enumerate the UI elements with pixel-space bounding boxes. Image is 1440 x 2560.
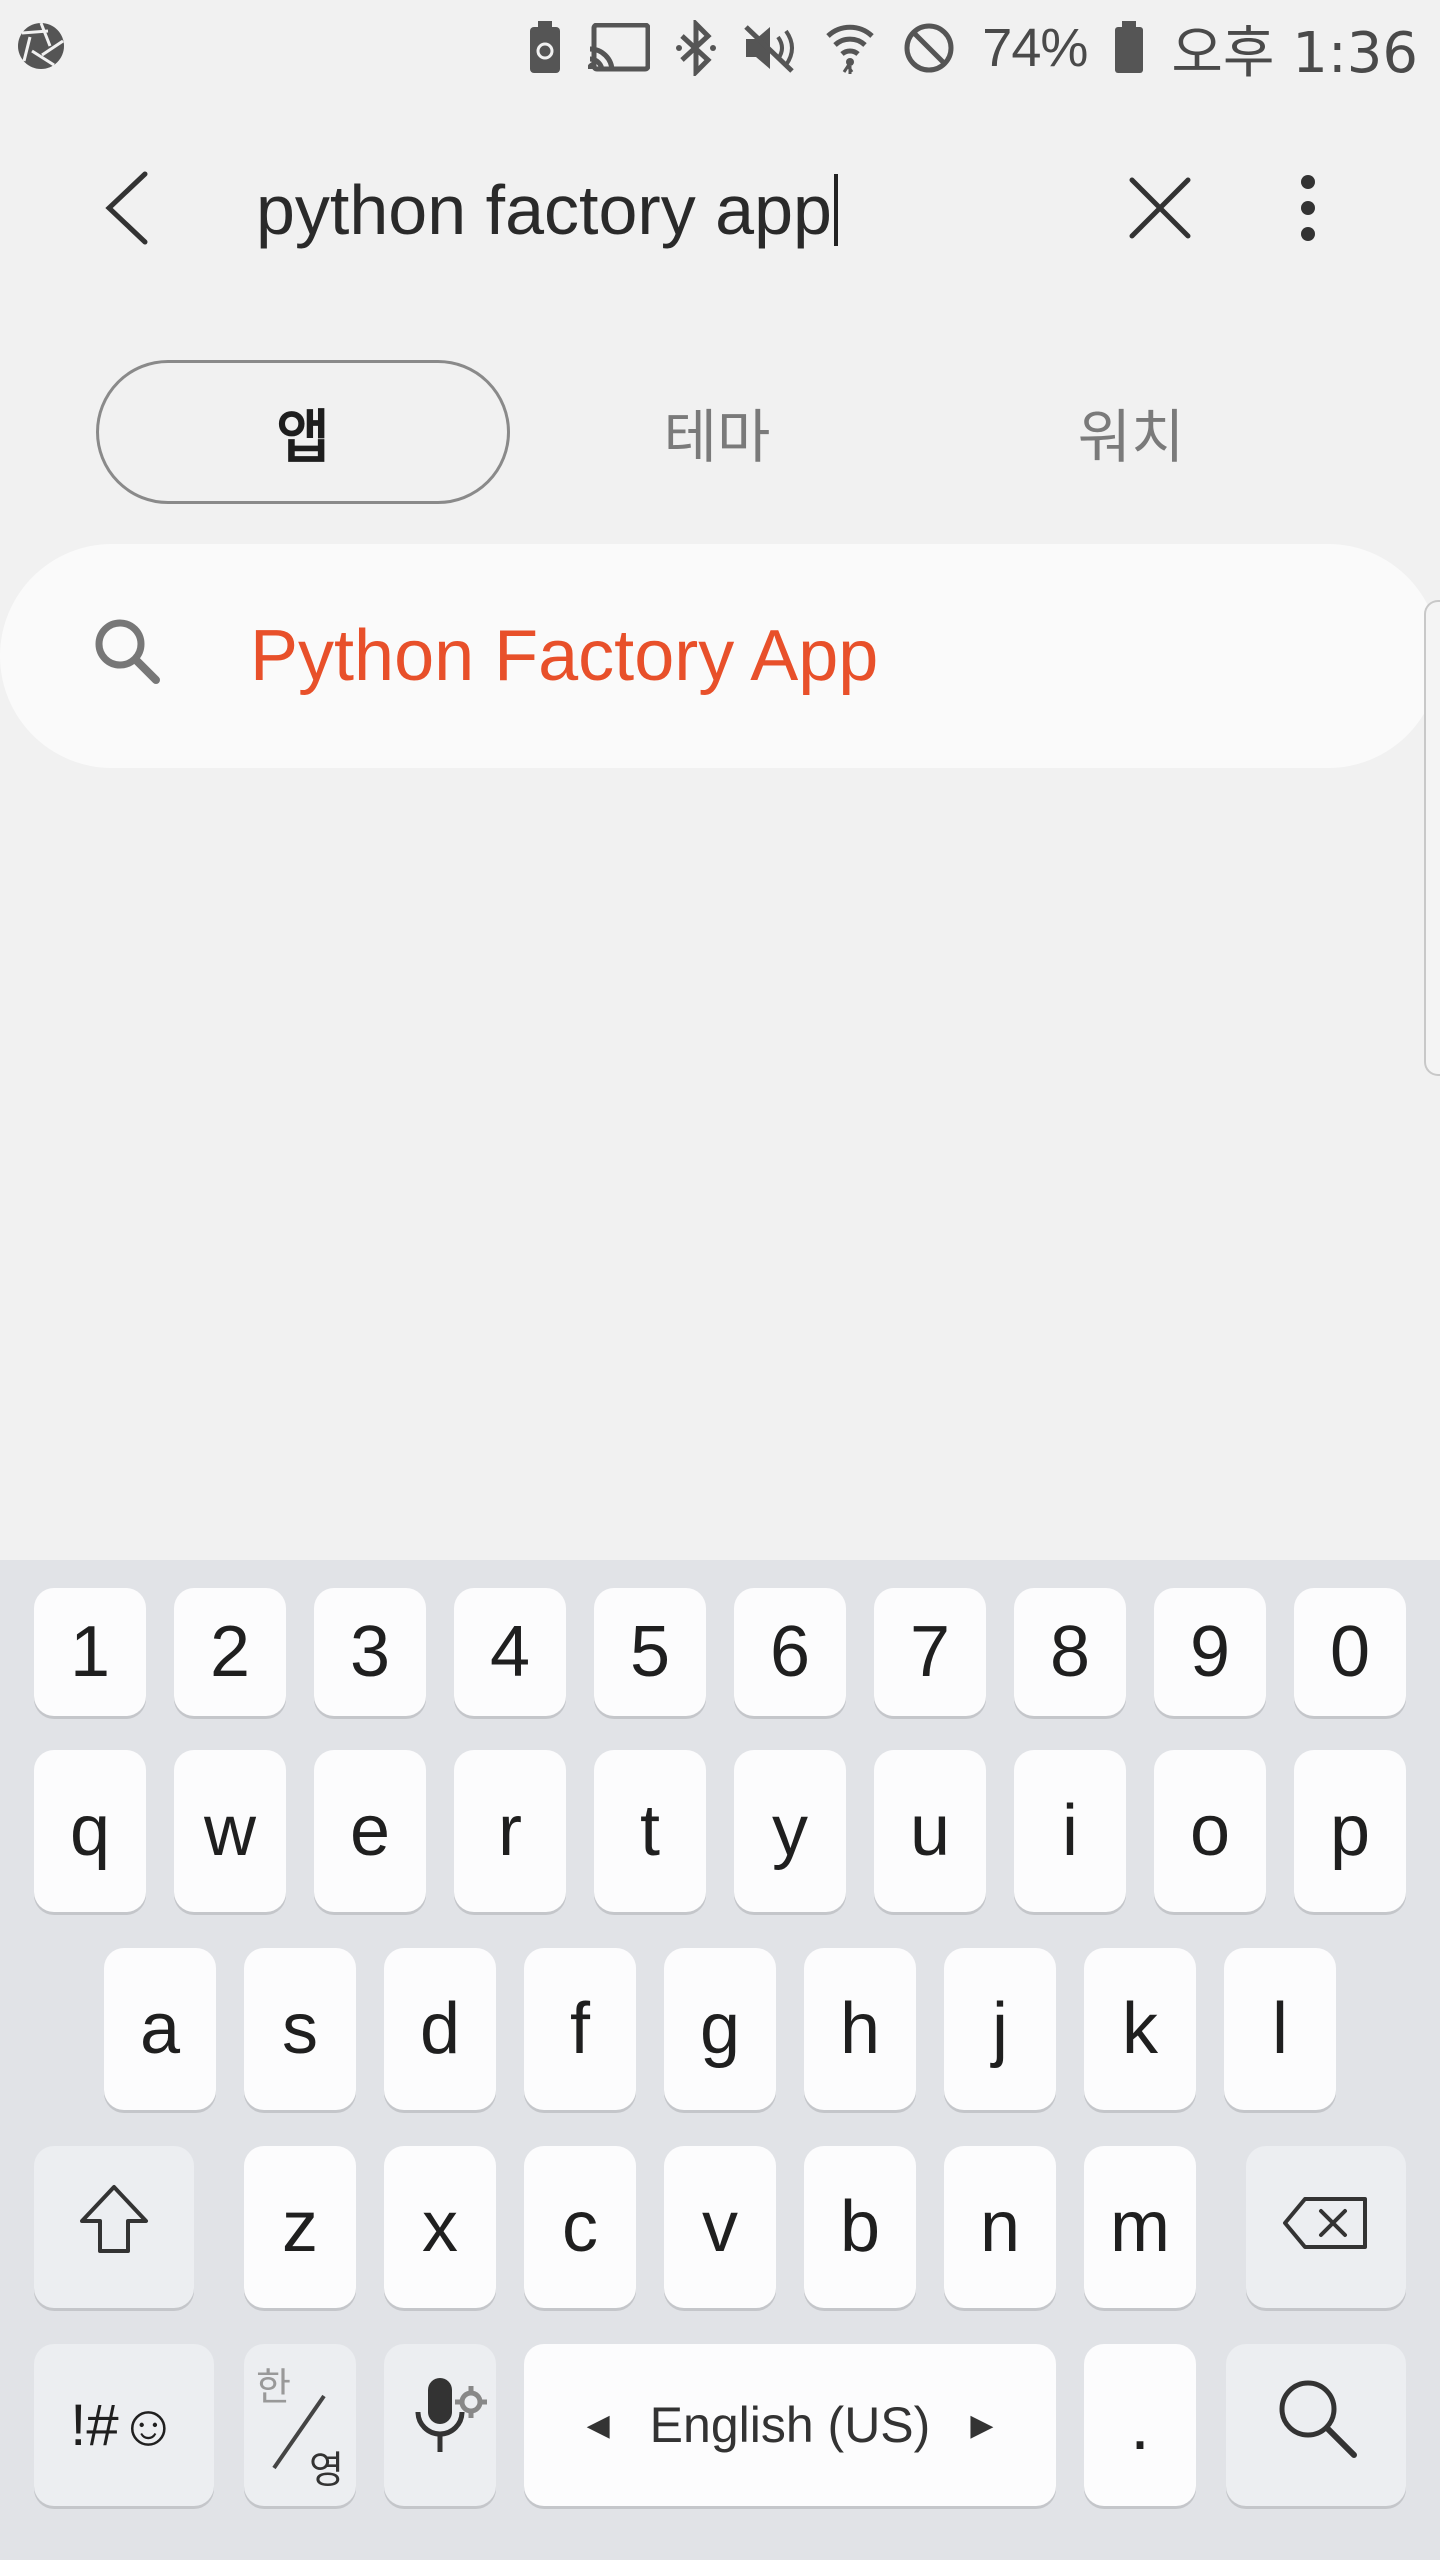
key-m[interactable]: m <box>1084 2146 1196 2308</box>
key-w[interactable]: w <box>174 1750 286 1912</box>
period-key-label: . <box>1129 2385 1150 2465</box>
tab-apps[interactable]: 앱 <box>96 360 510 504</box>
key-f[interactable]: f <box>524 1948 636 2110</box>
key-z[interactable]: z <box>244 2146 356 2308</box>
key-e[interactable]: e <box>314 1750 426 1912</box>
key-g[interactable]: g <box>664 1948 776 2110</box>
wifi-icon <box>824 20 876 76</box>
clock-time: 1:36 <box>1292 20 1418 86</box>
key-o[interactable]: o <box>1154 1750 1266 1912</box>
key-b[interactable]: b <box>804 2146 916 2308</box>
space-bar[interactable]: ◀ English (US) ▶ <box>524 2344 1056 2506</box>
key-x[interactable]: x <box>384 2146 496 2308</box>
lang-english-label: 영 <box>309 2448 344 2492</box>
more-options-button[interactable] <box>1262 160 1354 260</box>
symbols-key-label: !#☺ <box>70 2392 178 2458</box>
search-query: python factory app <box>256 171 832 249</box>
key-v[interactable]: v <box>664 2146 776 2308</box>
search-suggestion[interactable]: Python Factory App <box>0 544 1440 768</box>
search-icon <box>92 616 162 691</box>
key-y[interactable]: y <box>734 1750 846 1912</box>
search-icon <box>1274 2375 1358 2476</box>
settings-gear-icon <box>454 2354 488 2436</box>
key-i[interactable]: i <box>1014 1750 1126 1912</box>
language-right-arrow-icon: ▶ <box>970 2408 994 2442</box>
edge-panel-handle[interactable] <box>1424 600 1440 1076</box>
battery-icon <box>1113 21 1145 75</box>
key-r[interactable]: r <box>454 1750 566 1912</box>
clock: 오후 1:36 <box>1171 8 1418 89</box>
category-tabs: 앱 테마 워치 <box>96 360 1326 504</box>
more-vert-icon <box>1298 172 1318 249</box>
close-icon <box>1128 176 1192 245</box>
tab-watch[interactable]: 워치 <box>924 360 1338 504</box>
key-4[interactable]: 4 <box>454 1588 566 1716</box>
chevron-left-icon <box>101 170 151 251</box>
key-a[interactable]: a <box>104 1948 216 2110</box>
suggestion-text: Python Factory App <box>250 616 879 696</box>
key-t[interactable]: t <box>594 1750 706 1912</box>
mute-icon <box>742 23 798 73</box>
key-q[interactable]: q <box>34 1750 146 1912</box>
shift-icon <box>76 2181 152 2274</box>
key-n[interactable]: n <box>944 2146 1056 2308</box>
key-u[interactable]: u <box>874 1750 986 1912</box>
space-bar-label: English (US) <box>649 2397 931 2453</box>
key-h[interactable]: h <box>804 1948 916 2110</box>
tab-themes[interactable]: 테마 <box>510 360 924 504</box>
key-l[interactable]: l <box>1224 1948 1336 2110</box>
keyboard-search-key[interactable] <box>1226 2344 1406 2506</box>
key-6[interactable]: 6 <box>734 1588 846 1716</box>
key-s[interactable]: s <box>244 1948 356 2110</box>
keyboard: 1 2 3 4 5 6 7 8 9 0 q w e r t y u i o p … <box>0 1560 1440 2560</box>
key-7[interactable]: 7 <box>874 1588 986 1716</box>
clock-ampm: 오후 <box>1171 20 1275 86</box>
search-header: python factory app <box>0 120 1440 300</box>
key-2[interactable]: 2 <box>174 1588 286 1716</box>
bluetooth-icon <box>676 20 717 76</box>
key-d[interactable]: d <box>384 1948 496 2110</box>
backspace-icon <box>1281 2186 1371 2268</box>
key-5[interactable]: 5 <box>594 1588 706 1716</box>
backspace-key[interactable] <box>1246 2146 1406 2308</box>
key-1[interactable]: 1 <box>34 1588 146 1716</box>
language-left-arrow-icon: ◀ <box>586 2408 610 2442</box>
battery-percent: 74% <box>982 18 1088 78</box>
key-j[interactable]: j <box>944 1948 1056 2110</box>
key-p[interactable]: p <box>1294 1750 1406 1912</box>
clear-search-button[interactable] <box>1110 160 1210 260</box>
key-9[interactable]: 9 <box>1154 1588 1266 1716</box>
key-0[interactable]: 0 <box>1294 1588 1406 1716</box>
period-key[interactable]: . <box>1084 2344 1196 2506</box>
key-3[interactable]: 3 <box>314 1588 426 1716</box>
shift-key[interactable] <box>34 2146 194 2308</box>
back-button[interactable] <box>86 160 166 260</box>
status-bar: 74% 오후 1:36 <box>0 0 1440 96</box>
language-toggle-key[interactable]: 한 영 <box>244 2344 356 2506</box>
key-c[interactable]: c <box>524 2146 636 2308</box>
do-not-disturb-icon <box>902 21 956 75</box>
cast-icon <box>588 23 651 73</box>
battery-saver-icon <box>528 21 562 75</box>
key-8[interactable]: 8 <box>1014 1588 1126 1716</box>
text-caret <box>833 174 838 246</box>
camera-aperture-icon <box>16 21 66 76</box>
symbols-key[interactable]: !#☺ <box>34 2344 214 2506</box>
search-input[interactable]: python factory app <box>256 160 1076 260</box>
voice-input-key[interactable] <box>384 2344 496 2506</box>
key-k[interactable]: k <box>1084 1948 1196 2110</box>
